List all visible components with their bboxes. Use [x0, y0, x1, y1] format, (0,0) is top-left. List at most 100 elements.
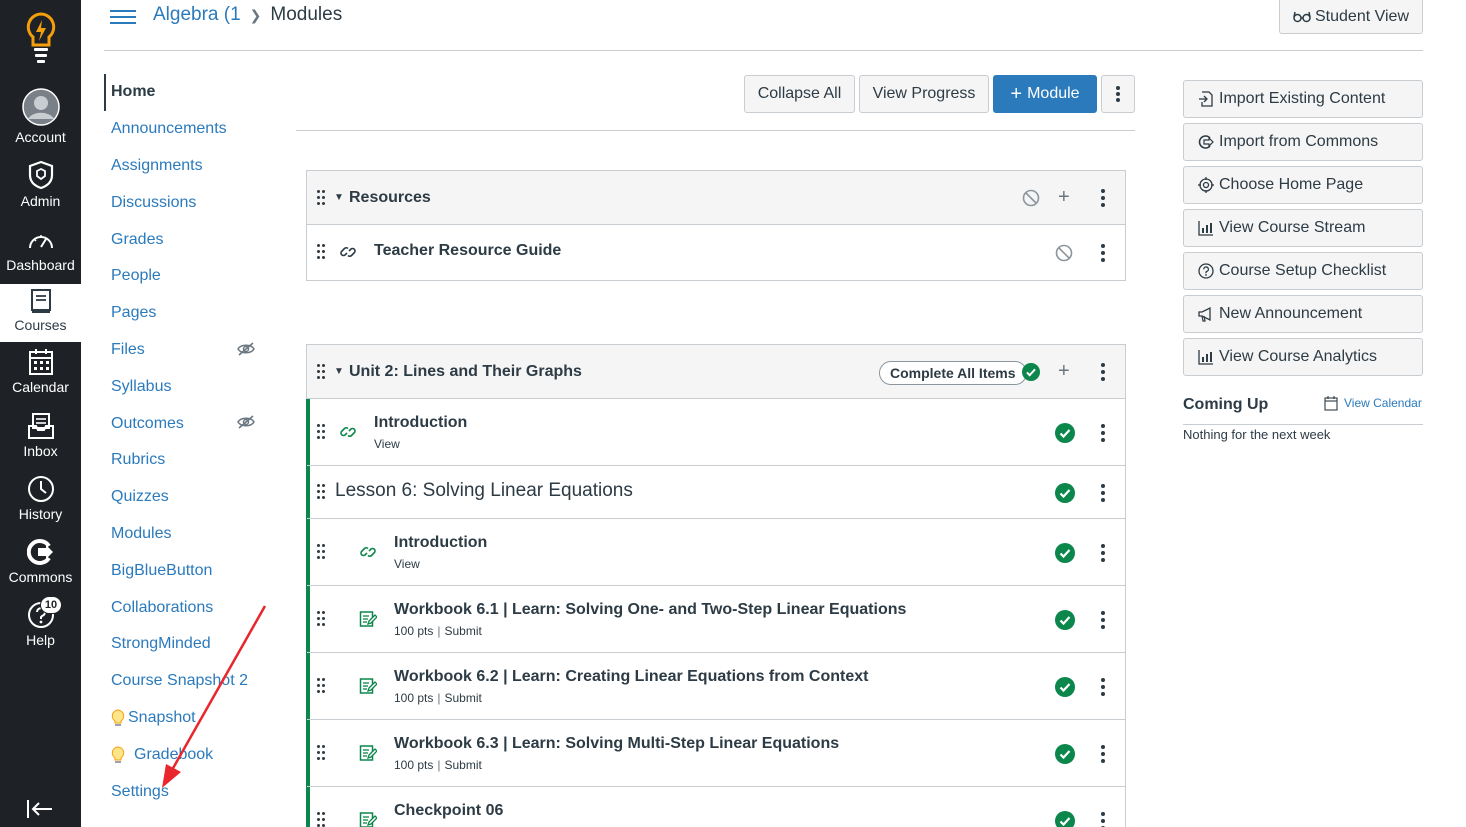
published-check-icon[interactable] — [1022, 363, 1040, 381]
unpublished-icon[interactable] — [1055, 244, 1073, 262]
drag-handle-icon[interactable] — [317, 364, 325, 380]
published-check-icon[interactable] — [1055, 610, 1075, 630]
kebab-icon[interactable] — [1096, 484, 1110, 502]
nav-calendar[interactable]: Calendar — [0, 348, 81, 410]
course-nav-grades[interactable]: Grades — [104, 221, 264, 258]
kebab-icon[interactable] — [1096, 544, 1110, 562]
nav-admin[interactable]: Admin — [0, 160, 81, 222]
add-item-icon[interactable]: + — [1058, 361, 1070, 381]
collapse-nav-icon[interactable] — [26, 797, 54, 821]
add-module-button[interactable]: + Module — [993, 75, 1097, 113]
add-item-icon[interactable]: + — [1058, 187, 1070, 207]
kebab-icon[interactable] — [1096, 812, 1110, 827]
module-header[interactable]: ▼ Resources + — [307, 171, 1125, 225]
course-nav-label: Quizzes — [111, 488, 169, 506]
nav-commons[interactable]: Commons — [0, 538, 81, 600]
nav-account[interactable]: Account — [0, 88, 81, 150]
item-title[interactable]: Workbook 6.1 | Learn: Solving One- and T… — [394, 601, 906, 619]
course-nav-people[interactable]: People — [104, 258, 264, 295]
drag-handle-icon[interactable] — [317, 812, 325, 827]
breadcrumb-course[interactable]: Algebra (1 — [153, 4, 241, 26]
course-nav-rubrics[interactable]: Rubrics — [104, 442, 264, 479]
view-calendar-link[interactable]: View Calendar — [1324, 395, 1422, 411]
drag-handle-icon[interactable] — [317, 484, 325, 500]
drag-handle-icon[interactable] — [317, 611, 325, 627]
course-nav-syllabus[interactable]: Syllabus — [104, 368, 264, 405]
item-title[interactable]: Introduction — [374, 414, 467, 432]
course-nav-quizzes[interactable]: Quizzes — [104, 479, 264, 516]
course-nav-snapshot[interactable]: Snapshot — [104, 700, 264, 737]
drag-handle-icon[interactable] — [317, 678, 325, 694]
choose-home-page-button[interactable]: Choose Home Page — [1183, 166, 1423, 204]
course-nav-label: Syllabus — [111, 377, 172, 395]
module-item[interactable]: Checkpoint 06 — [307, 787, 1125, 827]
import-from-commons-button[interactable]: Import from Commons — [1183, 123, 1423, 161]
module-item[interactable]: Workbook 6.3 | Learn: Solving Multi-Step… — [307, 720, 1125, 787]
student-view-button[interactable]: Student View — [1279, 0, 1423, 34]
item-title[interactable]: Teacher Resource Guide — [374, 242, 561, 260]
course-nav-home[interactable]: Home — [104, 74, 264, 111]
kebab-icon[interactable] — [1096, 424, 1110, 442]
module-item[interactable]: Workbook 6.1 | Learn: Solving One- and T… — [307, 586, 1125, 653]
view-progress-button[interactable]: View Progress — [859, 75, 989, 113]
drag-handle-icon[interactable] — [317, 244, 325, 260]
module-options-button[interactable] — [1101, 75, 1135, 113]
module-item[interactable]: Introduction View — [307, 519, 1125, 586]
course-nav-assignments[interactable]: Assignments — [104, 148, 264, 185]
published-check-icon[interactable] — [1055, 811, 1075, 827]
course-nav-course-snapshot-2[interactable]: Course Snapshot 2 — [104, 663, 264, 700]
kebab-icon[interactable] — [1096, 244, 1110, 262]
item-title[interactable]: Introduction — [394, 534, 487, 552]
complete-all-items-button[interactable]: Complete All Items — [879, 361, 1027, 385]
module-header[interactable]: ▼ Unit 2: Lines and Their Graphs Complet… — [307, 345, 1125, 399]
import-existing-content-button[interactable]: Import Existing Content — [1183, 80, 1423, 118]
view-course-stream-button[interactable]: View Course Stream — [1183, 209, 1423, 247]
kebab-icon[interactable] — [1096, 678, 1110, 696]
nav-history[interactable]: History — [0, 475, 81, 537]
course-nav-pages[interactable]: Pages — [104, 295, 264, 332]
course-nav-files[interactable]: Files — [104, 332, 264, 369]
course-nav-announcements[interactable]: Announcements — [104, 111, 264, 148]
course-nav-bigbluebutton[interactable]: BigBlueButton — [104, 552, 264, 589]
item-title[interactable]: Workbook 6.3 | Learn: Solving Multi-Step… — [394, 735, 839, 753]
module-item[interactable]: Workbook 6.2 | Learn: Creating Linear Eq… — [307, 653, 1125, 720]
published-check-icon[interactable] — [1055, 677, 1075, 697]
view-course-analytics-button[interactable]: View Course Analytics — [1183, 338, 1423, 376]
module-subheader[interactable]: Lesson 6: Solving Linear Equations — [307, 466, 1125, 519]
item-title[interactable]: Checkpoint 06 — [394, 802, 503, 820]
course-menu-toggle-icon[interactable] — [110, 6, 136, 28]
course-nav-strongminded[interactable]: StrongMinded — [104, 626, 264, 663]
collapse-all-button[interactable]: Collapse All — [744, 75, 855, 113]
course-nav-settings[interactable]: Settings — [104, 773, 264, 810]
published-check-icon[interactable] — [1055, 744, 1075, 764]
course-nav-gradebook[interactable]: Gradebook — [104, 736, 264, 773]
course-nav-outcomes[interactable]: Outcomes — [104, 405, 264, 442]
kebab-icon[interactable] — [1096, 363, 1110, 381]
kebab-icon[interactable] — [1096, 611, 1110, 629]
drag-handle-icon[interactable] — [317, 544, 325, 560]
course-setup-checklist-button[interactable]: Course Setup Checklist — [1183, 252, 1423, 290]
item-title[interactable]: Workbook 6.2 | Learn: Creating Linear Eq… — [394, 668, 868, 686]
kebab-icon[interactable] — [1096, 189, 1110, 207]
kebab-icon[interactable] — [1096, 745, 1110, 763]
module-item[interactable]: Introduction View — [307, 399, 1125, 466]
new-announcement-button[interactable]: New Announcement — [1183, 295, 1423, 333]
unpublished-icon[interactable] — [1022, 189, 1040, 207]
published-check-icon[interactable] — [1055, 483, 1075, 503]
course-nav-modules[interactable]: Modules — [104, 516, 264, 553]
course-nav-discussions[interactable]: Discussions — [104, 184, 264, 221]
published-check-icon[interactable] — [1055, 543, 1075, 563]
nav-help[interactable]: 10 Help — [0, 596, 81, 663]
drag-handle-icon[interactable] — [317, 424, 325, 440]
caret-down-icon[interactable]: ▼ — [334, 366, 344, 377]
published-check-icon[interactable] — [1055, 423, 1075, 443]
drag-handle-icon[interactable] — [317, 190, 325, 206]
nav-dashboard[interactable]: Dashboard — [0, 228, 81, 290]
nav-inbox[interactable]: Inbox — [0, 412, 81, 474]
canvas-logo-icon[interactable] — [0, 12, 81, 68]
course-nav-collaborations[interactable]: Collaborations — [104, 589, 264, 626]
caret-down-icon[interactable]: ▼ — [334, 192, 344, 203]
module-item[interactable]: Teacher Resource Guide — [307, 225, 1125, 280]
drag-handle-icon[interactable] — [317, 745, 325, 761]
nav-courses[interactable]: Courses — [0, 284, 81, 342]
